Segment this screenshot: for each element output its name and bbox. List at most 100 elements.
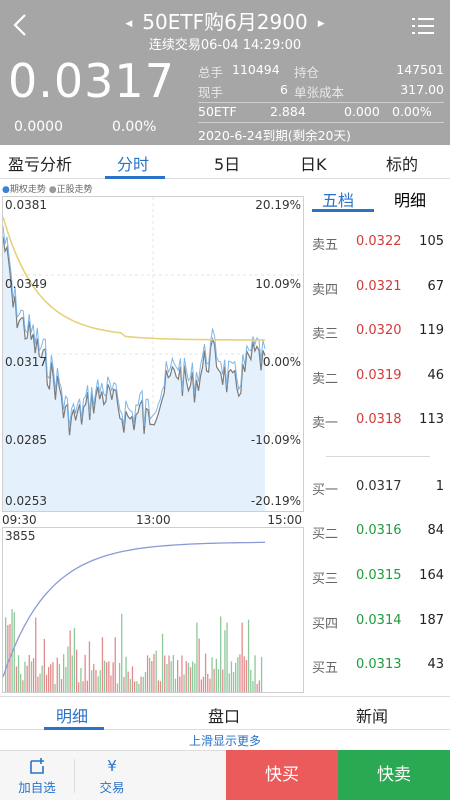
bid-row[interactable]: 买三 0.0315 164 [312, 568, 444, 588]
bid-row[interactable]: 买一 0.0317 1 [312, 479, 444, 499]
volume-bar [129, 678, 131, 692]
trade-button[interactable]: ¥ 交易 [75, 751, 149, 800]
tab-five-levels[interactable]: 五档 [322, 187, 354, 211]
slide-hint[interactable]: 上滑显示更多 [0, 732, 450, 749]
volume-bar [200, 679, 202, 692]
volume-chart-svg [2, 541, 265, 692]
ask-row[interactable]: 卖一 0.0318 113 [312, 412, 444, 432]
bid-row[interactable]: 买二 0.0316 84 [312, 523, 444, 543]
volume-bar [32, 658, 35, 692]
legend-stock: 正股走势 [56, 185, 93, 195]
quick-buy-button[interactable]: 快买 [226, 750, 338, 800]
volume-bar [50, 664, 52, 692]
prev-contract-icon[interactable]: ◀ [125, 19, 132, 29]
ask-qty: 119 [419, 323, 444, 338]
cumulative-volume-line [2, 541, 265, 678]
volume-bar [151, 661, 153, 692]
volume-bar [13, 612, 15, 692]
bid-row[interactable]: 买四 0.0314 187 [312, 613, 444, 633]
price-chart-svg [2, 197, 303, 511]
next-contract-icon[interactable]: ▶ [318, 19, 325, 29]
ask-label: 卖四 [312, 283, 339, 298]
volume-bar [245, 660, 248, 692]
volume-bar [187, 662, 190, 692]
volume-bar [24, 661, 26, 692]
volume-bar [202, 676, 205, 692]
y-axis-label: 0.0349 [5, 277, 47, 291]
volume-bar [69, 630, 71, 692]
tab-daily-k[interactable]: 日K [300, 151, 327, 175]
ask-qty: 105 [419, 234, 444, 249]
volume-bar [258, 680, 260, 692]
y-axis-label-pct: -10.09% [250, 433, 301, 447]
volume-bar [41, 665, 43, 692]
last-price: 0.0317 [8, 54, 175, 108]
add-watchlist-button[interactable]: 加自选 [0, 751, 74, 800]
legend-option: 期权走势 [9, 185, 46, 195]
contract-title: 50ETF购6月2900 [142, 10, 308, 34]
ask-row[interactable]: 卖五 0.0322 105 [312, 234, 444, 254]
volume-bar [192, 661, 194, 692]
expiry-info: 2020-6-24到期(剩余20天) [198, 128, 351, 143]
bid-price: 0.0317 [356, 479, 402, 494]
volume-max-label: 3855 [5, 529, 36, 543]
volume-bar [241, 622, 243, 692]
bid-price: 0.0314 [356, 613, 402, 628]
volume-bar [22, 680, 24, 692]
intraday-chart[interactable]: 0.0381 0.0349 0.0317 0.0285 0.0253 20.19… [2, 196, 304, 512]
volume-bar [121, 613, 123, 692]
volume-bar [142, 676, 144, 692]
tab-details[interactable]: 明细 [394, 187, 426, 211]
volume-bar [149, 657, 151, 692]
quick-sell-button[interactable]: 快卖 [338, 750, 450, 800]
volume-bar [157, 680, 159, 692]
menu-icon[interactable] [412, 16, 434, 36]
volume-bar [177, 660, 179, 692]
ask-qty: 46 [427, 368, 444, 383]
underlying-pct: 0.00% [392, 104, 432, 119]
bid-row[interactable]: 买五 0.0313 43 [312, 657, 444, 677]
underlying-price: 2.884 [270, 104, 306, 119]
volume-bar [123, 677, 125, 692]
tab-underlying[interactable]: 标的 [386, 151, 418, 175]
volume-bar [204, 653, 207, 692]
volume-bar [88, 641, 91, 692]
ask-label: 卖二 [312, 372, 339, 387]
volume-bar [131, 666, 134, 692]
volume-chart[interactable]: 3855 [2, 527, 304, 693]
volume-bar [63, 654, 65, 692]
tab-5day[interactable]: 5日 [214, 151, 240, 175]
trade-label: 交易 [99, 780, 125, 795]
ask-row[interactable]: 卖二 0.0319 46 [312, 368, 444, 388]
volume-bar [207, 673, 209, 692]
tab-news[interactable]: 新闻 [356, 703, 388, 727]
ask-row[interactable]: 卖三 0.0320 119 [312, 323, 444, 343]
time-label: 09:30 [2, 513, 37, 527]
tab-order-book[interactable]: 盘口 [208, 703, 240, 727]
tab-indicator [105, 176, 165, 179]
y-axis-label: 0.0253 [5, 494, 47, 508]
volume-bar [189, 667, 192, 692]
tab-pnl-analysis[interactable]: 盈亏分析 [8, 151, 72, 175]
bid-label: 买一 [312, 483, 339, 498]
volume-bar [5, 617, 7, 692]
volume-bar [196, 622, 198, 692]
volume-bar [125, 656, 127, 692]
volume-bar [80, 668, 82, 692]
volume-bar [58, 663, 61, 692]
volume-bar [65, 666, 67, 692]
ask-row[interactable]: 卖四 0.0321 67 [312, 279, 444, 299]
ask-price: 0.0319 [356, 368, 402, 383]
tab-trade-details[interactable]: 明细 [56, 703, 88, 727]
stat-label: 持仓 [294, 65, 320, 80]
volume-bar [54, 683, 56, 692]
volume-bar [43, 638, 45, 692]
volume-bar [26, 665, 28, 692]
volume-bar [95, 670, 97, 692]
volume-bar [134, 681, 136, 692]
volume-bar [30, 661, 33, 692]
divider [198, 122, 444, 123]
price-change: 0.0000 [14, 119, 63, 135]
tab-intraday[interactable]: 分时 [117, 151, 149, 175]
y-axis-label: 0.0381 [5, 198, 47, 212]
